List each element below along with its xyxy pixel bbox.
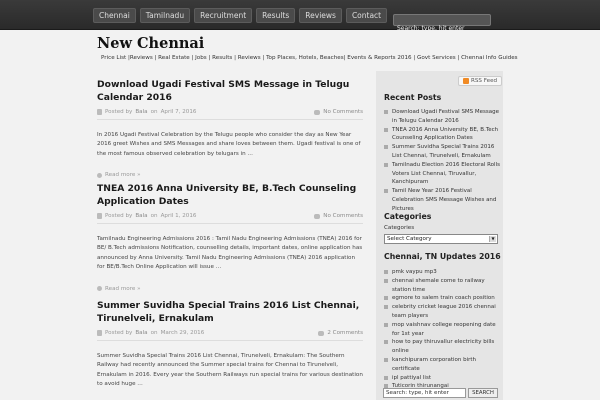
top-navigation: Chennai Tamilnadu Recruitment Results Re… <box>93 8 388 23</box>
recent-posts-list: Download Ugadi Festival SMS Message in T… <box>384 108 500 214</box>
meta-posted-by: Posted by <box>105 213 133 219</box>
nav-contact[interactable]: Contact <box>345 8 388 23</box>
comment-icon <box>314 213 321 219</box>
nav-tamilnadu[interactable]: Tamilnadu <box>139 8 191 23</box>
nav-reviews[interactable]: Reviews <box>299 8 342 23</box>
read-more: Read more » <box>97 286 363 292</box>
updates-list: pmk vaypu mp3 chennai shemale come to ra… <box>384 268 500 391</box>
top-bar: Chennai Tamilnadu Recruitment Results Re… <box>0 0 600 34</box>
read-more: Read more » <box>97 172 363 178</box>
categories-label: Categories <box>384 225 415 231</box>
meta-posted-by: Posted by <box>105 330 133 336</box>
recent-post-link[interactable]: Tamil New Year 2016 Festival Celebration… <box>384 187 500 213</box>
post-comments-link[interactable]: 2 Comments <box>327 330 363 336</box>
post-list: Download Ugadi Festival SMS Message in T… <box>97 78 363 390</box>
update-link[interactable]: kanchipuram corporation birth certificat… <box>384 356 500 374</box>
post-item: Download Ugadi Festival SMS Message in T… <box>97 78 363 182</box>
updates-title: Chennai, TN Updates 2016 <box>384 252 501 261</box>
arrow-right-icon <box>97 172 102 178</box>
recent-post-link[interactable]: Summer Suvidha Special Trains 2016 List … <box>384 143 500 161</box>
recent-post-link[interactable]: Download Ugadi Festival SMS Message in T… <box>384 108 500 126</box>
chevron-down-icon: ▼ <box>489 236 496 242</box>
rss-icon <box>463 78 469 84</box>
post-icon <box>97 330 102 336</box>
sidebar: RSS Feed Recent Posts Download Ugadi Fes… <box>376 71 503 400</box>
update-link[interactable]: chennai shemale come to railway station … <box>384 277 500 295</box>
meta-posted-by: Posted by <box>105 109 133 115</box>
post-title[interactable]: TNEA 2016 Anna University BE, B.Tech Cou… <box>97 182 363 208</box>
post-meta: Posted by Bala on March 29, 2016 2 Comme… <box>97 330 363 341</box>
post-excerpt: Summer Suvidha Special Trains 2016 List … <box>97 353 363 388</box>
comment-icon <box>318 330 325 336</box>
comment-icon <box>314 109 321 115</box>
update-link[interactable]: ipl pattiyal list <box>384 374 500 383</box>
post-author[interactable]: Bala <box>135 109 147 115</box>
nav-results[interactable]: Results <box>256 8 296 23</box>
post-icon <box>97 213 102 219</box>
meta-on: on <box>150 213 158 219</box>
recent-post-link[interactable]: Tamilnadu Election 2016 Electoral Rolls … <box>384 161 500 187</box>
post-comments-link[interactable]: No Comments <box>323 213 363 219</box>
post-excerpt: In 2016 Ugadi Festival Celebration by th… <box>97 132 361 157</box>
post-item: Summer Suvidha Special Trains 2016 List … <box>97 299 363 390</box>
post-title[interactable]: Download Ugadi Festival SMS Message in T… <box>97 78 363 104</box>
meta-on: on <box>150 109 158 115</box>
update-link[interactable]: how to pay thiruvallur electricity bills… <box>384 338 500 356</box>
update-link[interactable]: mop vaishnav college reopening date for … <box>384 321 500 339</box>
read-more-link[interactable]: Read more » <box>105 286 141 292</box>
post-icon <box>97 109 102 115</box>
meta-on: on <box>150 330 158 336</box>
post-comments-link[interactable]: No Comments <box>323 109 363 115</box>
update-link[interactable]: pmk vaypu mp3 <box>384 268 500 277</box>
nav-chennai[interactable]: Chennai <box>93 8 136 23</box>
sidebar-search-button[interactable]: SEARCH <box>468 388 498 398</box>
post-meta: Posted by Bala on April 7, 2016 No Comme… <box>97 109 363 120</box>
update-link[interactable]: celebrity cricket league 2016 chennai te… <box>384 303 500 321</box>
site-description: Price List |Reviews | Real Estate | Jobs… <box>101 55 518 61</box>
arrow-right-icon <box>97 286 102 292</box>
post-title[interactable]: Summer Suvidha Special Trains 2016 List … <box>97 299 363 325</box>
post-excerpt: Tamilnadu Engineering Admissions 2016 : … <box>97 236 363 271</box>
top-search-box <box>393 14 491 34</box>
categories-title: Categories <box>384 212 432 221</box>
recent-post-link[interactable]: TNEA 2016 Anna University BE, B.Tech Cou… <box>384 126 500 144</box>
post-item: TNEA 2016 Anna University BE, B.Tech Cou… <box>97 182 363 299</box>
post-meta: Posted by Bala on April 1, 2016 No Comme… <box>97 213 363 224</box>
category-select[interactable]: Select Category ▼ <box>384 234 498 244</box>
category-select-value: Select Category <box>387 236 432 242</box>
read-more-link[interactable]: Read more » <box>105 172 141 178</box>
rss-feed-button[interactable]: RSS Feed <box>458 76 503 86</box>
post-author[interactable]: Bala <box>135 213 147 219</box>
post-date: April 1, 2016 <box>160 213 197 219</box>
update-link[interactable]: egmore to salem train coach position <box>384 294 500 303</box>
post-date: April 7, 2016 <box>160 109 197 115</box>
sidebar-search-input[interactable] <box>383 388 466 398</box>
recent-posts-title: Recent Posts <box>384 93 442 102</box>
rss-label: RSS Feed <box>471 78 498 84</box>
site-title[interactable]: New Chennai <box>97 35 204 52</box>
post-author[interactable]: Bala <box>135 330 147 336</box>
post-date: March 29, 2016 <box>160 330 205 336</box>
nav-recruitment[interactable]: Recruitment <box>194 8 253 23</box>
top-search-input[interactable] <box>394 23 490 34</box>
